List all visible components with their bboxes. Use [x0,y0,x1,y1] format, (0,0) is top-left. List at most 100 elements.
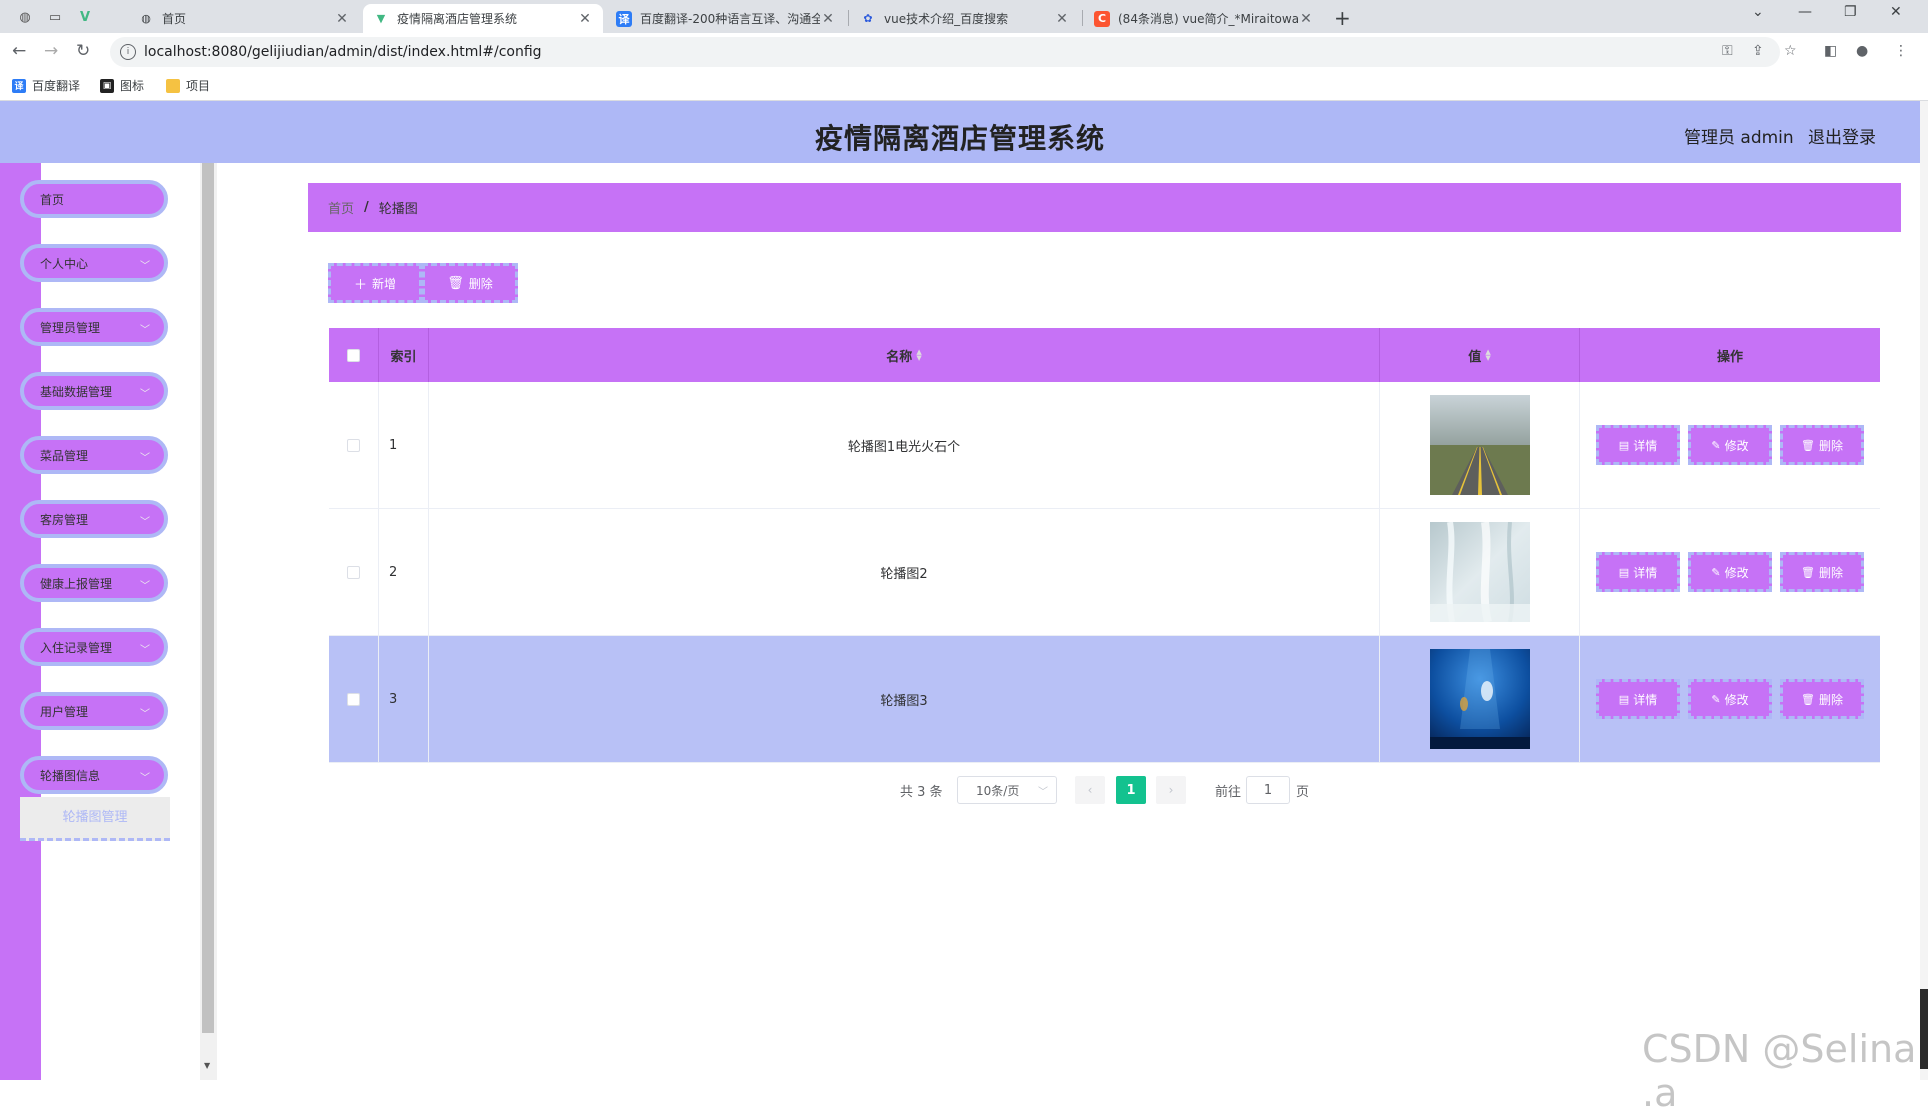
carousel-image-road[interactable] [1429,395,1530,495]
browser-tab-3[interactable]: 译 百度翻译-200种语言互译、沟通全 ✕ [606,4,846,33]
globe-icon[interactable]: ◍ [14,6,36,28]
browser-tab-5[interactable]: C (84条消息) vue简介_*Miraitowa ✕ [1084,4,1324,33]
restore-icon[interactable]: ❐ [1844,4,1857,20]
share-icon[interactable]: ⇪ [1752,43,1764,59]
row-checkbox[interactable] [347,565,360,579]
delete-button-label: 删除 [468,276,493,291]
tab-search-icon[interactable]: ⌄ [1752,4,1764,20]
forward-icon[interactable]: → [44,41,58,61]
page-number-current[interactable]: 1 [1116,776,1146,804]
sidebar-scrollbar[interactable]: ▼ [200,163,217,1080]
sidebar-item-personal-center[interactable]: 个人中心 ﹀ [20,244,168,282]
trash-icon: 🗑 [1801,438,1815,452]
trash-icon: 🗑 [447,275,464,291]
detail-label: 详情 [1633,692,1658,707]
scroll-down-arrow-icon[interactable]: ▼ [204,1061,210,1070]
tab-divider [848,10,849,26]
carousel-image-waterfall[interactable] [1429,522,1530,622]
new-tab-button[interactable]: + [1334,6,1351,30]
row-checkbox[interactable] [347,438,360,452]
page-size-value: 10条/页 [976,783,1020,798]
back-icon[interactable]: ← [12,41,26,61]
sidebar-item-label: 个人中心 [40,256,89,271]
next-page-button[interactable]: › [1156,776,1186,804]
logout-link[interactable]: 退出登录 [1808,123,1876,148]
menu-kebab-icon[interactable]: ⋮ [1894,43,1908,59]
app-title: 疫情隔离酒店管理系统 [814,122,1105,155]
page-scrollbar[interactable] [1920,101,1928,1080]
delete-button[interactable]: 🗑 删除 [1780,425,1864,465]
chevron-down-icon: ﹀ [140,389,150,400]
row-checkbox[interactable] [347,692,360,706]
star-icon[interactable]: ☆ [1784,43,1797,59]
profile-icon[interactable]: ● [1856,43,1868,59]
detail-button[interactable]: ▤ 详情 [1596,425,1680,465]
delete-button[interactable]: 🗑 删除 [1780,679,1864,719]
sort-icon[interactable]: ▲ ▼ [1485,349,1490,362]
sidebar-item-health-report[interactable]: 健康上报管理 ﹀ [20,564,168,602]
table-row: 1 轮播图1电光火石个 ▤ 详情 ✎ 修改 🗑 删除 [329,382,1880,509]
bookmark-icons[interactable]: ▣ 图标 [100,77,144,94]
bookmark-translate[interactable]: 译 百度翻译 [12,77,80,94]
tab-title: 百度翻译-200种语言互译、沟通全 [640,12,820,26]
delete-button[interactable]: 🗑 删除 [1780,552,1864,592]
minimize-icon[interactable]: — [1798,4,1812,20]
batch-delete-button[interactable]: 🗑 删除 [422,263,518,303]
blank-tab-icon[interactable]: ▭ [44,6,66,28]
vue-icon[interactable]: V [74,6,96,28]
sidebar-item-rooms[interactable]: 客房管理 ﹀ [20,500,168,538]
url-field[interactable]: i localhost:8080/gelijiudian/admin/dist/… [110,37,1780,67]
add-button[interactable]: ＋ 新增 [328,263,422,303]
sidebar-subitem-carousel-management[interactable]: 轮播图管理 [20,797,170,841]
browser-tab-1[interactable]: ◍ 首页 ✕ [128,4,360,33]
sidebar-item-home[interactable]: 首页 [20,180,168,218]
close-icon[interactable]: ✕ [820,11,836,27]
breadcrumb-home[interactable]: 首页 [328,198,354,217]
sidebar-item-label: 管理员管理 [40,320,101,335]
close-icon[interactable]: ✕ [1054,11,1070,27]
bookmark-label: 项目 [186,79,211,93]
goto-page-input[interactable]: 1 [1246,776,1290,804]
close-icon[interactable]: ✕ [577,11,593,27]
key-icon[interactable]: ⚿ [1722,43,1733,59]
reload-icon[interactable]: ↻ [76,41,90,61]
chevron-down-icon: ﹀ [140,325,150,336]
edit-button[interactable]: ✎ 修改 [1688,552,1772,592]
row-index: 3 [379,636,429,762]
browser-tab-2[interactable]: ▼ 疫情隔离酒店管理系统 ✕ [363,4,603,33]
folder-icon [166,78,180,93]
column-header-value[interactable]: 值 ▲ ▼ [1380,328,1580,382]
detail-button[interactable]: ▤ 详情 [1596,679,1680,719]
table-row: 2 轮播图2 ▤ 详情 ✎ 修改 🗑 删除 [329,509,1880,636]
sidebar-item-admin-management[interactable]: 管理员管理 ﹀ [20,308,168,346]
side-panel-icon[interactable]: ◧ [1824,43,1837,59]
carousel-image-underwater[interactable] [1429,649,1530,749]
close-icon[interactable]: ✕ [334,11,350,27]
select-all-cell [329,328,379,382]
column-header-name[interactable]: 名称 ▲ ▼ [429,328,1380,382]
sidebar-item-carousel-info[interactable]: 轮播图信息 ﹀ [20,756,168,794]
sidebar-item-basic-data[interactable]: 基础数据管理 ﹀ [20,372,168,410]
site-info-icon[interactable]: i [120,44,136,60]
select-all-checkbox[interactable] [347,348,360,362]
browser-tab-strip: ◍ ▭ V ◍ 首页 ✕ ▼ 疫情隔离酒店管理系统 ✕ 译 百度翻译-200种语… [0,0,1928,33]
sidebar-item-users[interactable]: 用户管理 ﹀ [20,692,168,730]
page-size-select[interactable]: 10条/页 ﹀ [957,776,1057,804]
row-image-cell [1380,636,1580,762]
bookmark-project[interactable]: 项目 [166,77,210,94]
detail-button[interactable]: ▤ 详情 [1596,552,1680,592]
prev-page-button[interactable]: ‹ [1075,776,1105,804]
sort-icon[interactable]: ▲ ▼ [916,349,921,362]
browser-tab-4[interactable]: ✿ vue技术介绍_百度搜索 ✕ [850,4,1080,33]
row-index: 2 [379,509,429,635]
sidebar-item-dishes[interactable]: 菜品管理 ﹀ [20,436,168,474]
close-icon[interactable]: ✕ [1298,11,1314,27]
edit-button[interactable]: ✎ 修改 [1688,679,1772,719]
edit-button[interactable]: ✎ 修改 [1688,425,1772,465]
scrollbar-thumb[interactable] [202,163,214,1033]
row-select-cell [329,636,379,762]
window-close-icon[interactable]: ✕ [1890,4,1902,20]
delete-label: 删除 [1818,692,1843,707]
edit-pencil-icon: ✎ [1711,565,1721,579]
sidebar-item-checkin-records[interactable]: 入住记录管理 ﹀ [20,628,168,666]
